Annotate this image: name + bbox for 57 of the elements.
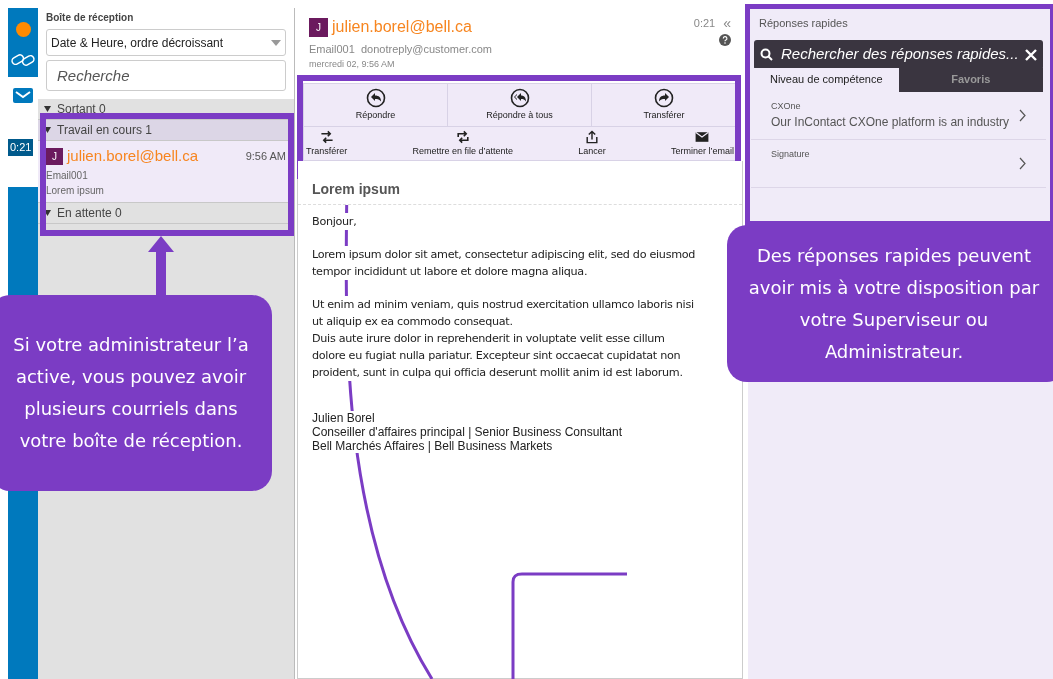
link-icon[interactable] [10,51,36,69]
avatar: J [309,17,328,37]
sort-value: Date & Heure, ordre décroissant [51,34,224,52]
item-id: Email001 [46,168,89,183]
tab[interactable]: Niveau de compétence [754,67,899,92]
inbox-title: Boîte de réception [46,11,135,25]
quick-reply-search[interactable]: Rechercher des réponses rapides... [754,39,1043,70]
callout-text: Si votre administrateur l’a active, vous pouvez avoir plusieurs courriels dans votre boîte de réception. [12,333,250,453]
close-icon[interactable] [1025,48,1037,61]
email-timer: 0:21 [693,16,716,31]
action-button[interactable]: Transférer [306,127,348,160]
repeat-icon [454,128,471,145]
action-button[interactable]: Lancer [578,127,606,160]
action-button[interactable]: Terminer l’email [671,127,734,160]
collapse-button[interactable]: « [723,16,731,31]
group-label: Sortant 0 [57,101,106,118]
swap-arrows-icon [318,128,335,145]
action-button[interactable]: Remettre en file d’attente [412,127,513,160]
sender-email: julien.borel@bell.ca [332,17,472,37]
item-category: Signature [771,147,811,161]
chevron-right-icon [1019,156,1026,170]
timer-badge: 0:21 [8,139,34,156]
sender-email: julien.borel@bell.ca [67,146,199,167]
body-paragraph: Bonjour, [312,213,357,230]
caret-icon [271,39,281,46]
search-icon [760,48,773,61]
item-category: CXOne [771,99,802,113]
quick-reply-item[interactable]: CXOne Our InContact CXOne platform is an industry [751,91,1046,140]
avatar: J [46,148,63,165]
reply-icon [365,87,386,108]
body-paragraph: Lorem ipsum dolor sit amet, consectetur adipiscing elit, sed do eiusmod tempor incididunt ut labore et dolore magna aliqua. [312,246,696,280]
sort-dropdown[interactable]: Date & Heure, ordre décroissant [46,29,286,56]
help-icon[interactable] [719,33,731,46]
search-field[interactable]: Recherche [46,60,286,91]
email-subject: Lorem ipsum [298,161,742,205]
item-subject: Lorem ipsum [46,183,105,198]
forward-icon [654,87,674,108]
group-label: En attente 0 [57,205,122,222]
item-time: 9:56 AM [245,149,286,165]
chevron-right-icon [1019,108,1026,122]
quick-reply-input[interactable]: Rechercher des réponses rapides... [781,43,1017,66]
email-meta: Email001 donotreply@customer.com [309,42,493,57]
email-date: mercredi 02, 9:56 AM [309,57,396,71]
group-header[interactable]: En attente 0 [38,203,294,224]
callout-text: Des réponses rapides peuvent avoir mis à votre disposition par votre Superviseur ou Administrateur. [747,243,1041,364]
action-button[interactable]: Répondre [304,84,448,126]
action-button[interactable]: Transférer [592,84,736,126]
mail-icon[interactable] [13,88,33,103]
action-button[interactable]: Répondre à tous [448,84,592,126]
email-signature: Julien Borel Conseiller d'affaires principal | Senior Business Consultant Bell Marchés Affaires | Bell Business Markets [312,411,622,453]
item-preview: Our InContact CXOne platform is an industry [771,114,1011,131]
quick-reply-item[interactable]: Signature [751,139,1046,188]
panel-title: Réponses rapides [758,16,849,31]
group-label: Travail en cours 1 [57,122,152,139]
reply-all-icon [509,87,530,108]
share-icon [584,128,600,145]
body-paragraph: Ut enim ad minim veniam, quis nostrud exercitation ullamco laboris nisi ut aliquip ex ea commodo consequat. Duis aute irure dolor in reprehenderit in voluptate velit esse cillum dolore eu fugiat nulla pariatur. Excepteur sint occaecat cupidatat non proident, sunt in culpa qui officia deserunt mollit anim id est laborum. [312,296,694,381]
